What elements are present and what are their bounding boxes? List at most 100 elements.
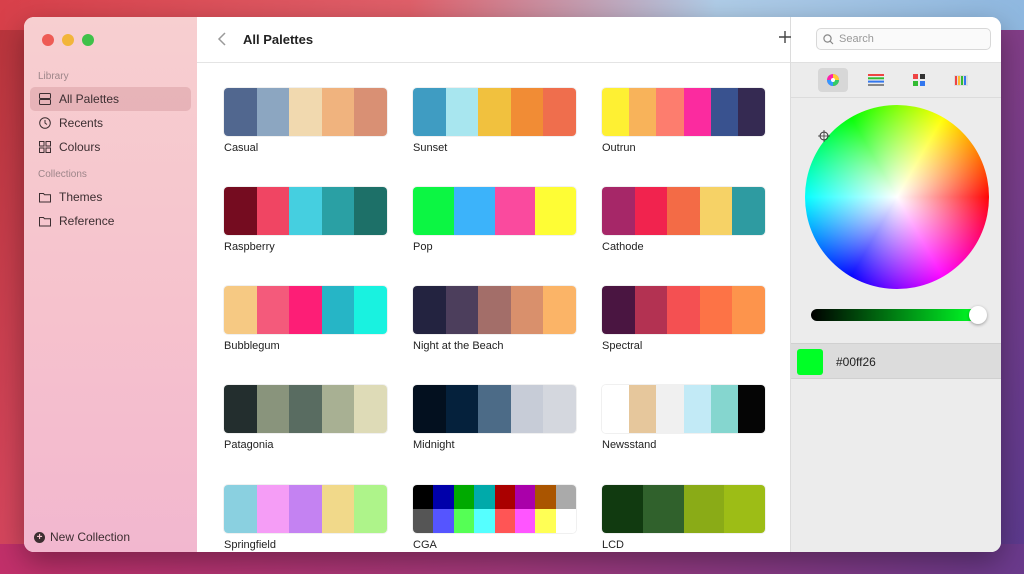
palette-swatch[interactable] <box>413 286 576 334</box>
palette-card[interactable]: Raspberry <box>224 187 387 253</box>
sidebar-item-reference[interactable]: Reference <box>30 209 191 233</box>
window-controls <box>42 34 94 46</box>
palette-swatch[interactable] <box>602 187 765 235</box>
color-chip <box>478 88 511 136</box>
color-chip <box>629 88 657 136</box>
palette-card[interactable]: Pop <box>413 187 576 253</box>
color-chip <box>433 485 454 509</box>
palette-name: Sunset <box>413 142 448 154</box>
palette-card[interactable]: Casual <box>224 88 387 154</box>
zoom-button[interactable] <box>82 34 94 46</box>
color-chip <box>667 187 700 235</box>
color-chip <box>413 286 446 334</box>
palette-swatch[interactable] <box>602 385 765 433</box>
palette-swatch[interactable] <box>224 88 387 136</box>
color-chip <box>683 485 725 533</box>
search-icon <box>823 33 834 44</box>
color-chip <box>634 187 668 235</box>
palette-swatch[interactable] <box>602 485 765 533</box>
palette-name: LCD <box>602 539 625 551</box>
palette-card[interactable]: Night at the Beach <box>413 286 576 352</box>
app-window: Library All Palettes Recents Colours Col… <box>24 17 1001 552</box>
palette-card[interactable]: Newsstand <box>602 385 765 451</box>
palette-card[interactable]: LCD <box>602 485 765 551</box>
color-chip <box>413 509 434 533</box>
palette-name: Bubblegum <box>224 340 280 352</box>
color-chip <box>413 187 454 235</box>
plus-icon <box>779 31 791 43</box>
color-chip <box>478 286 511 334</box>
color-wheel[interactable] <box>805 105 989 289</box>
palette-name: Pop <box>413 241 433 253</box>
sidebar-item-recents[interactable]: Recents <box>30 111 191 135</box>
palette-grid-icon <box>913 74 925 86</box>
palette-swatch[interactable] <box>224 385 387 433</box>
color-wheel-cursor-icon[interactable] <box>818 130 830 142</box>
color-chip <box>289 286 322 334</box>
color-chip <box>737 88 765 136</box>
palette-card[interactable]: CGA <box>413 485 576 551</box>
palette-card[interactable]: Midnight <box>413 385 576 451</box>
palette-swatch[interactable] <box>224 286 387 334</box>
palette-card[interactable]: Patagonia <box>224 385 387 451</box>
sidebar-item-colours[interactable]: Colours <box>30 135 191 159</box>
selected-color-swatch[interactable] <box>797 349 823 375</box>
color-chip <box>699 187 733 235</box>
color-chip <box>634 286 668 334</box>
palette-card[interactable]: Springfield <box>224 485 387 551</box>
color-chip <box>256 485 290 533</box>
color-chip <box>724 485 765 533</box>
palette-swatch[interactable] <box>413 187 576 235</box>
color-chip <box>224 385 257 433</box>
search-input[interactable] <box>839 33 979 45</box>
sidebar-item-themes[interactable]: Themes <box>30 185 191 209</box>
color-wheel-mode-button[interactable] <box>818 68 848 92</box>
search-field[interactable] <box>816 28 991 50</box>
minimize-button[interactable] <box>62 34 74 46</box>
color-chip <box>535 187 576 235</box>
color-chip <box>289 187 322 235</box>
grid-icon <box>39 141 51 153</box>
close-button[interactable] <box>42 34 54 46</box>
library-heading: Library <box>38 71 69 82</box>
palette-swatch[interactable] <box>413 485 576 533</box>
palette-card[interactable]: Sunset <box>413 88 576 154</box>
crayons-mode-button[interactable] <box>946 68 976 92</box>
palette-swatch[interactable] <box>224 187 387 235</box>
color-chip <box>289 485 322 533</box>
palette-swatch[interactable] <box>413 385 576 433</box>
add-palette-button[interactable] <box>778 27 792 50</box>
palette-swatch[interactable] <box>224 485 387 533</box>
palette-name: CGA <box>413 539 437 551</box>
palette-name: Newsstand <box>602 439 657 451</box>
color-chip <box>413 88 446 136</box>
palette-name: Raspberry <box>224 241 275 253</box>
folder-icon <box>39 215 51 227</box>
sidebar-item-all-palettes[interactable]: All Palettes <box>30 87 191 111</box>
color-picker-panel: #00ff26 <box>779 17 1001 552</box>
back-icon[interactable] <box>216 31 228 47</box>
color-chip <box>413 485 434 509</box>
color-chip <box>602 187 635 235</box>
color-chip <box>737 385 765 433</box>
color-chip <box>510 286 544 334</box>
color-chip <box>354 385 387 433</box>
selected-color-row[interactable]: #00ff26 <box>791 343 1001 379</box>
picker-mode-bar <box>791 62 1001 98</box>
palette-card[interactable]: Outrun <box>602 88 765 154</box>
color-chip <box>321 286 355 334</box>
new-collection-button[interactable]: + New Collection <box>34 530 130 544</box>
sidebar: Library All Palettes Recents Colours Col… <box>24 17 197 552</box>
sliders-mode-button[interactable] <box>861 68 891 92</box>
brightness-slider[interactable] <box>811 306 987 324</box>
palette-card[interactable]: Cathode <box>602 187 765 253</box>
palette-swatch[interactable] <box>413 88 576 136</box>
slider-knob[interactable] <box>969 306 987 324</box>
palette-swatch[interactable] <box>602 286 765 334</box>
color-wheel-icon <box>827 74 839 86</box>
palette-card[interactable]: Bubblegum <box>224 286 387 352</box>
palette-swatch[interactable] <box>602 88 765 136</box>
palette-card[interactable]: Spectral <box>602 286 765 352</box>
crayons-icon <box>954 74 968 86</box>
palette-mode-button[interactable] <box>904 68 934 92</box>
